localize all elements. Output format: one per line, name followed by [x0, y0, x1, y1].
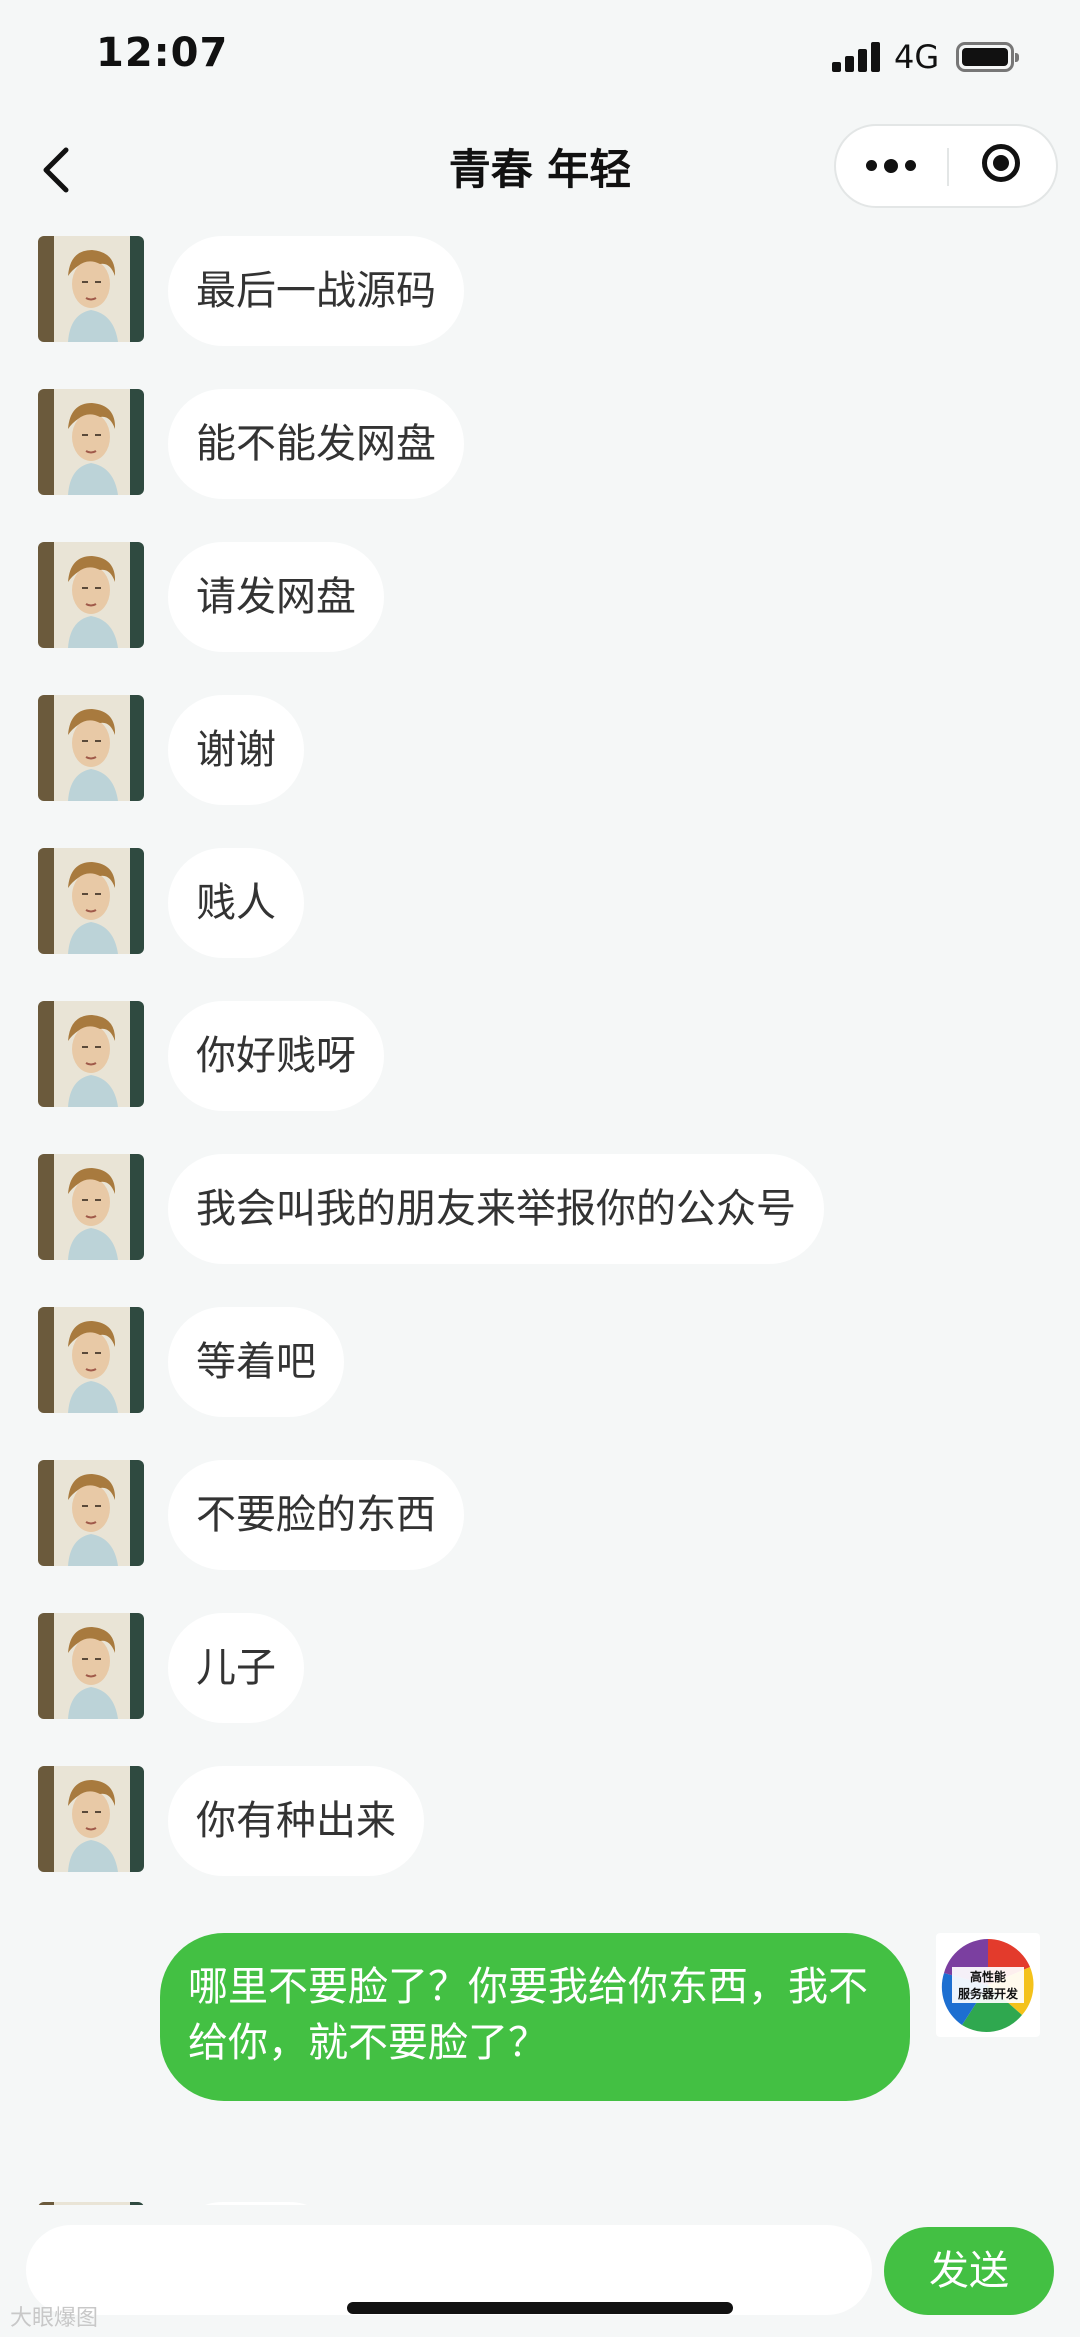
message-bubble[interactable]: 请发网盘 — [168, 542, 384, 652]
avatar[interactable] — [38, 389, 144, 495]
message-bubble[interactable]: 你好贱呀 — [168, 1001, 384, 1111]
page-title: 青春 年轻 — [448, 145, 632, 194]
message-bubble[interactable]: 贱人 — [168, 848, 304, 958]
self-avatar-text-2: 服务器开发 — [957, 1987, 1018, 2001]
avatar[interactable] — [38, 1460, 144, 1566]
avatar[interactable] — [38, 542, 144, 648]
status-time: 12:07 — [96, 30, 229, 76]
nav-bar: 青春 年轻 — [0, 120, 1080, 220]
home-indicator — [347, 2302, 733, 2314]
status-bar: 12:07 4G — [0, 0, 1080, 120]
target-close-dot — [993, 155, 1009, 171]
close-button[interactable] — [949, 126, 1060, 206]
back-button[interactable] — [30, 140, 90, 200]
message-bubble[interactable]: 等着吧 — [168, 1307, 344, 1417]
mini-program-capsule — [834, 124, 1058, 208]
avatar[interactable] — [38, 848, 144, 954]
message-bubble[interactable]: 不要脸的东西 — [168, 1460, 464, 1570]
chat-area[interactable]: 最后一战源码 能不能发网盘 请发网盘 谢谢 贱人 你好贱呀 我会叫我的朋友来举报… — [0, 220, 1080, 2205]
message-bubble[interactable]: 谢谢 — [168, 695, 304, 805]
more-dots-icon — [866, 160, 877, 171]
message-bubble[interactable]: 我会叫我的朋友来举报你的公众号 — [168, 1154, 824, 1264]
network-type: 4G — [894, 38, 940, 76]
chevron-left-icon — [43, 147, 69, 193]
avatar[interactable] — [38, 1766, 144, 1872]
watermark: 大眼爆图 — [10, 2306, 99, 2331]
more-dot — [884, 159, 898, 173]
avatar-self[interactable]: 高性能 服务器开发 — [936, 1933, 1040, 2037]
signal-icon — [832, 42, 882, 72]
avatar[interactable] — [38, 1154, 144, 1260]
battery-icon — [956, 42, 1019, 72]
avatar[interactable] — [38, 695, 144, 801]
avatar[interactable] — [38, 1001, 144, 1107]
send-button[interactable]: 发送 — [884, 2227, 1054, 2315]
avatar[interactable] — [38, 1307, 144, 1413]
more-button[interactable] — [836, 126, 947, 206]
message-bubble[interactable]: 儿子 — [168, 1613, 304, 1723]
self-avatar-text-1: 高性能 — [969, 1970, 1006, 1984]
message-bubble[interactable]: 你有种出来 — [168, 1766, 424, 1876]
message-bubble[interactable]: 最后一战源码 — [168, 236, 464, 346]
more-dot — [905, 160, 916, 171]
input-bar: 发送 — [0, 2205, 1080, 2337]
avatar[interactable] — [38, 1613, 144, 1719]
message-bubble-self[interactable]: 哪里不要脸了？你要我给你东西，我不给你，就不要脸了？ — [160, 1933, 910, 2101]
message-bubble[interactable]: 能不能发网盘 — [168, 389, 464, 499]
avatar[interactable] — [38, 236, 144, 342]
